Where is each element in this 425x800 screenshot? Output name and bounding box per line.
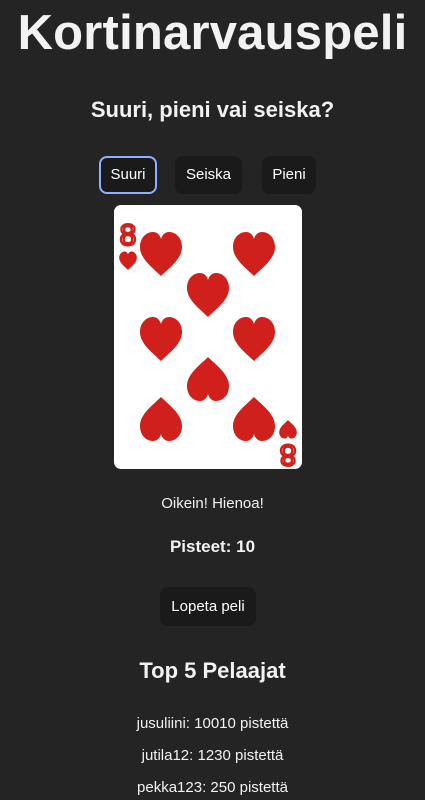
- app-root: Kortinarvauspeli Suuri, pieni vai seiska…: [0, 0, 425, 800]
- heart-icon: [279, 420, 297, 439]
- game-question: Suuri, pieni vai seiska?: [90, 97, 335, 122]
- score-value: 10: [236, 537, 256, 556]
- leaderboard-title: Top 5 Pelaajat: [139, 658, 286, 683]
- heart-icon: [187, 357, 229, 401]
- card-rank-bottom: 8: [280, 438, 297, 469]
- heart-icon: [233, 232, 275, 276]
- result-message: Oikein! Hienoa!: [161, 495, 264, 512]
- leaderboard-entry: jutila12: 1230 pistettä: [141, 747, 284, 764]
- guess-seven-button[interactable]: Seiska: [175, 156, 242, 194]
- heart-icon: [233, 317, 275, 361]
- guess-low-button[interactable]: Pieni: [262, 156, 316, 194]
- end-game-button[interactable]: Lopeta peli: [160, 587, 256, 626]
- heart-icon: [140, 317, 182, 361]
- leaderboard-entry: pekka123: 250 pistettä: [137, 779, 288, 796]
- page-title: Kortinarvauspeli: [17, 6, 408, 60]
- guess-high-button[interactable]: Suuri: [99, 156, 157, 194]
- score-label: Pisteet:: [169, 537, 232, 556]
- heart-icon: [140, 232, 182, 276]
- leaderboard-list: jusuliini: 10010 pistettä jutila12: 1230…: [0, 712, 425, 800]
- score-display: Pisteet: 10: [0, 536, 425, 558]
- card-rank-top: 8: [120, 219, 137, 252]
- heart-icon: [140, 397, 182, 441]
- playing-card: 8 8: [114, 205, 302, 469]
- leaderboard-entry: jusuliini: 10010 pistettä: [136, 715, 289, 732]
- heart-icon: [119, 251, 137, 270]
- heart-icon: [187, 273, 229, 317]
- heart-icon: [233, 397, 275, 441]
- guess-button-group: Suuri Seiska Pieni: [0, 156, 425, 194]
